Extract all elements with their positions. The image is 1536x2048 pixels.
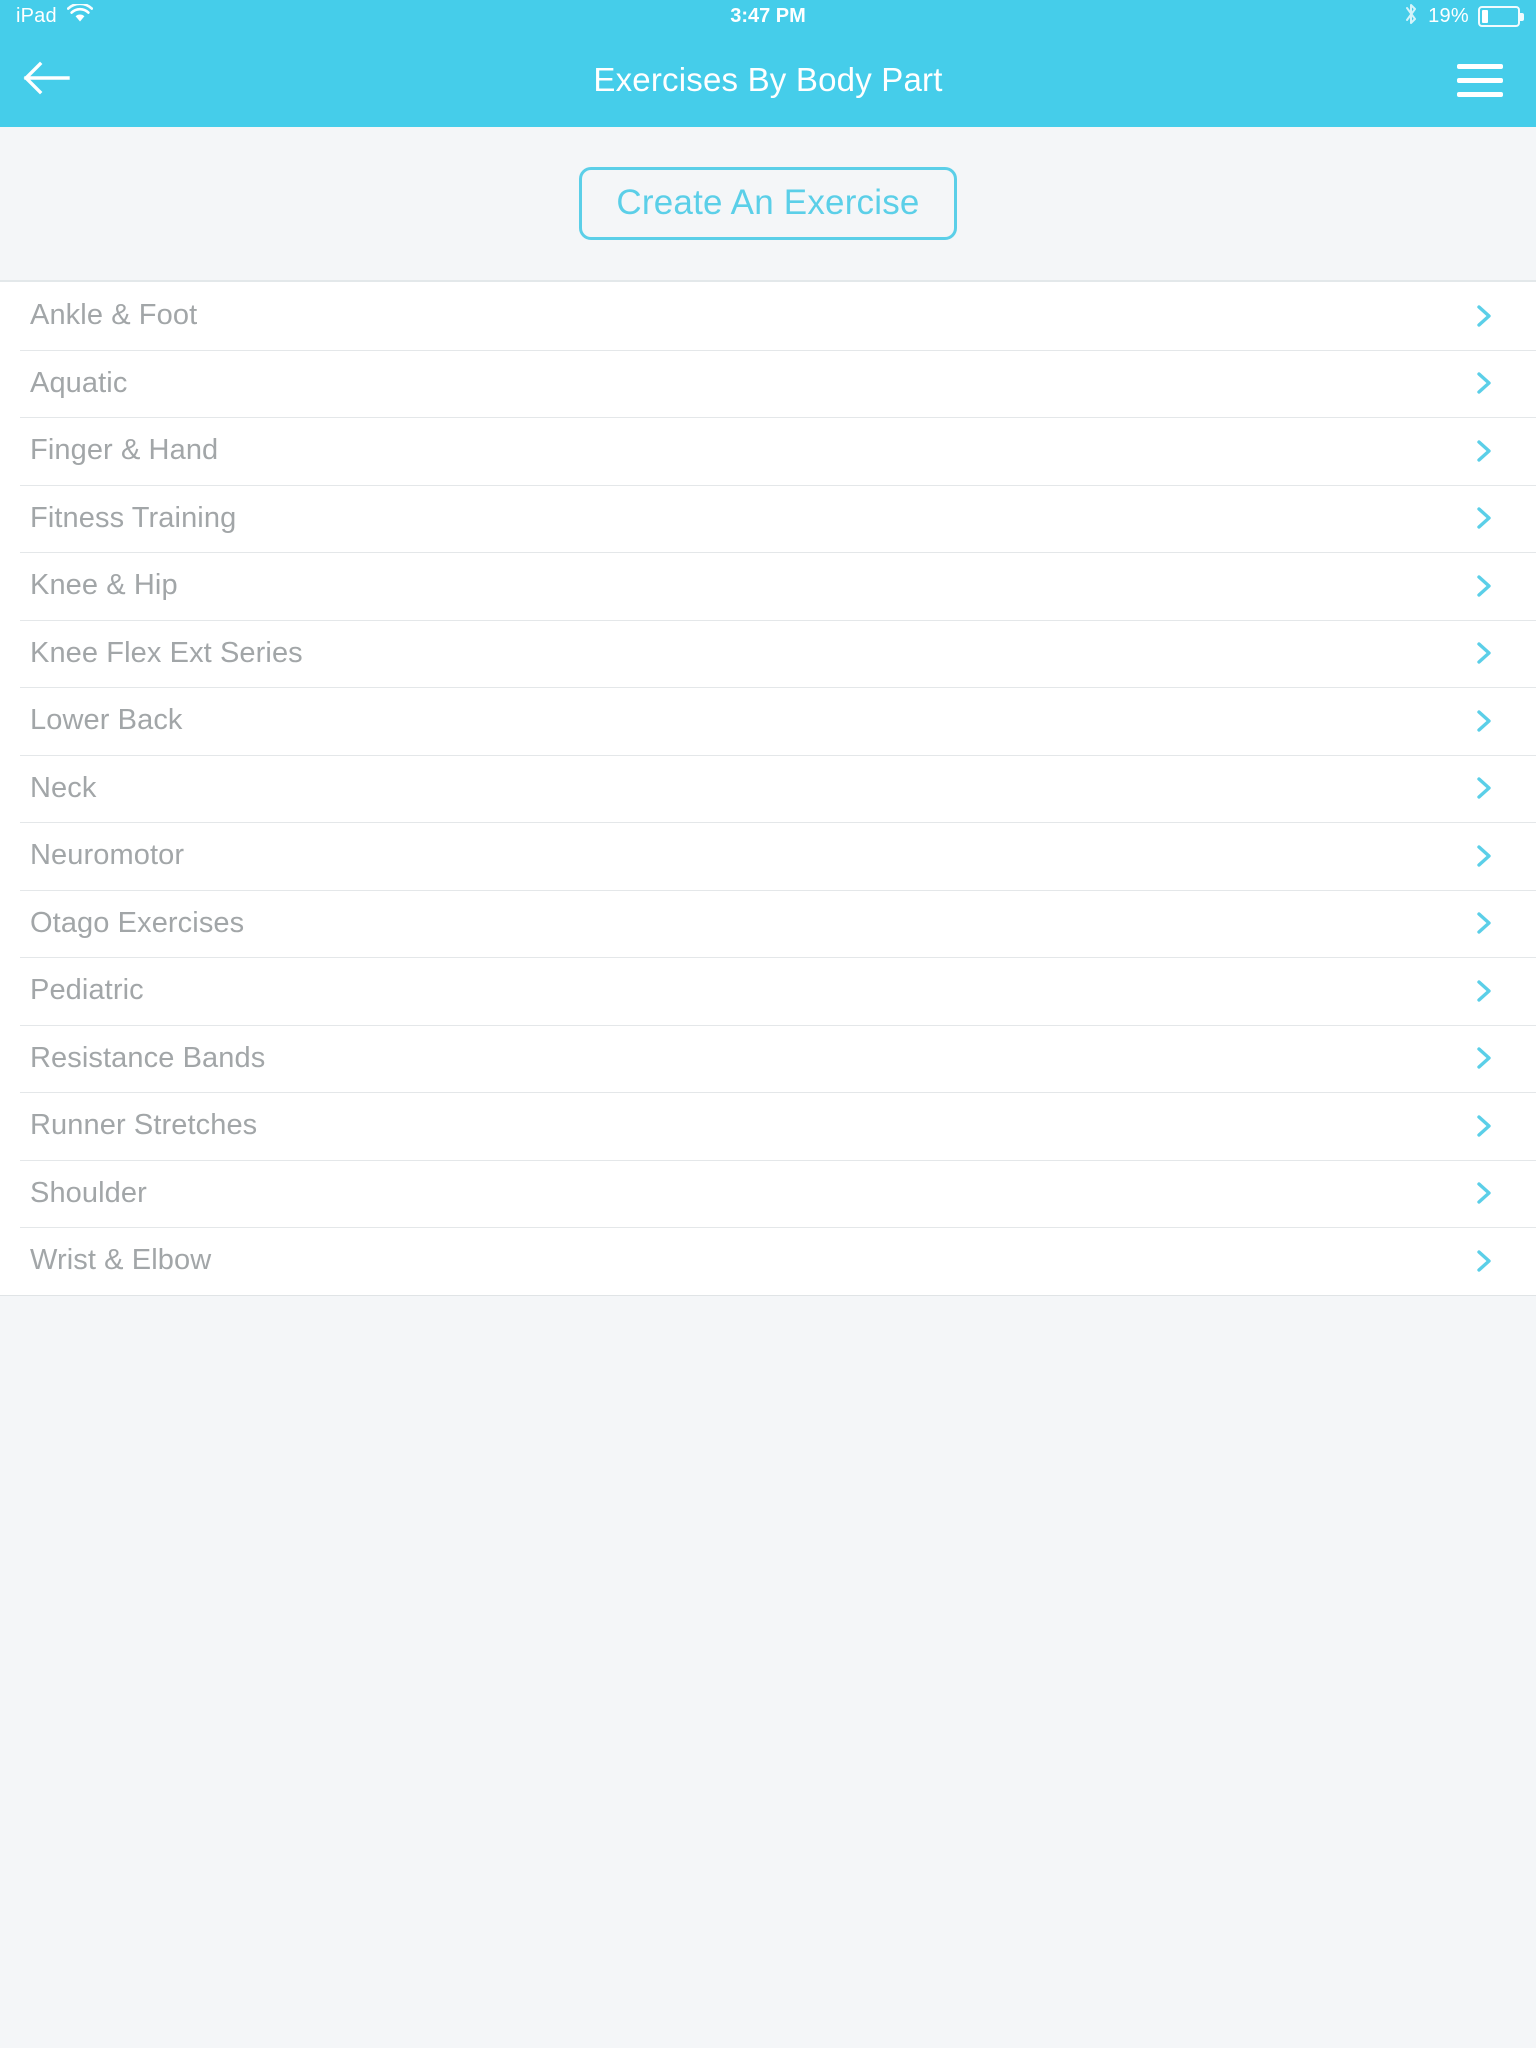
status-bar: iPad 3:47 PM 19% (0, 0, 1536, 33)
app-root: iPad 3:47 PM 19% Exercises By Body Part … (0, 0, 1536, 2048)
status-bar-left: iPad (16, 2, 93, 29)
chevron-right-icon (1472, 304, 1496, 328)
list-item-label: Lower Back (30, 704, 183, 737)
list-item-label: Resistance Bands (30, 1041, 266, 1074)
hamburger-menu-icon-bar-2 (1457, 77, 1503, 83)
list-item-label: Pediatric (30, 974, 144, 1007)
page-title: Exercises By Body Part (593, 61, 943, 98)
list-item-lower-back[interactable]: Lower Back (0, 687, 1536, 755)
list-item-fitness-training[interactable]: Fitness Training (0, 484, 1536, 552)
list-item-resistance-bands[interactable]: Resistance Bands (0, 1024, 1536, 1092)
list-item-label: Shoulder (30, 1176, 147, 1209)
navigation-bar: Exercises By Body Part (0, 33, 1536, 127)
list-item-knee-hip[interactable]: Knee & Hip (0, 552, 1536, 620)
chevron-right-icon (1472, 371, 1496, 395)
list-item-label: Aquatic (30, 366, 128, 399)
status-bar-right: 19% (1403, 2, 1520, 31)
chevron-right-icon (1472, 439, 1496, 463)
chevron-right-icon (1472, 1181, 1496, 1205)
list-item-label: Neck (30, 771, 97, 804)
hamburger-menu-icon-bar-3 (1457, 91, 1503, 97)
list-item-label: Fitness Training (30, 501, 237, 534)
list-item-shoulder[interactable]: Shoulder (0, 1159, 1536, 1227)
list-item-pediatric[interactable]: Pediatric (0, 957, 1536, 1025)
list-item-runner-stretches[interactable]: Runner Stretches (0, 1092, 1536, 1160)
chevron-right-icon (1472, 506, 1496, 530)
list-item-finger-hand[interactable]: Finger & Hand (0, 417, 1536, 485)
chevron-right-icon (1472, 844, 1496, 868)
hamburger-menu-button[interactable] (1444, 50, 1516, 110)
list-item-label: Ankle & Foot (30, 299, 198, 332)
battery-percent-label: 19% (1428, 5, 1469, 27)
chevron-right-icon (1472, 574, 1496, 598)
chevron-right-icon (1472, 1114, 1496, 1138)
carrier-label: iPad (16, 5, 57, 27)
chevron-right-icon (1472, 776, 1496, 800)
list-item-aquatic[interactable]: Aquatic (0, 349, 1536, 417)
hamburger-menu-icon-bar-1 (1457, 63, 1503, 69)
list-item-neck[interactable]: Neck (0, 754, 1536, 822)
list-item-label: Knee Flex Ext Series (30, 636, 303, 669)
chevron-right-icon (1472, 911, 1496, 935)
chevron-right-icon (1472, 1249, 1496, 1273)
list-item-label: Neuromotor (30, 839, 185, 872)
list-item-knee-flex-ext-series[interactable]: Knee Flex Ext Series (0, 619, 1536, 687)
chevron-right-icon (1472, 979, 1496, 1003)
status-bar-clock: 3:47 PM (730, 5, 806, 27)
list-item-label: Finger & Hand (30, 434, 219, 467)
list-item-otago-exercises[interactable]: Otago Exercises (0, 889, 1536, 957)
chevron-right-icon (1472, 641, 1496, 665)
wifi-icon (66, 2, 93, 29)
list-item-label: Knee & Hip (30, 569, 178, 602)
list-item-wrist-elbow[interactable]: Wrist & Elbow (0, 1227, 1536, 1295)
list-item-ankle-foot[interactable]: Ankle & Foot (0, 282, 1536, 350)
list-item-label: Runner Stretches (30, 1109, 258, 1142)
list-item-neuromotor[interactable]: Neuromotor (0, 822, 1536, 890)
list-item-label: Wrist & Elbow (30, 1244, 212, 1277)
list-item-label: Otago Exercises (30, 906, 245, 939)
action-bar: Create An Exercise (0, 127, 1536, 282)
chevron-right-icon (1472, 709, 1496, 733)
create-an-exercise-button[interactable]: Create An Exercise (579, 167, 957, 240)
chevron-right-icon (1472, 1046, 1496, 1070)
body-part-list: Ankle & Foot Aquatic Finger & Hand Fitne… (0, 282, 1536, 1296)
bluetooth-icon (1403, 2, 1419, 31)
battery-icon (1478, 6, 1520, 27)
